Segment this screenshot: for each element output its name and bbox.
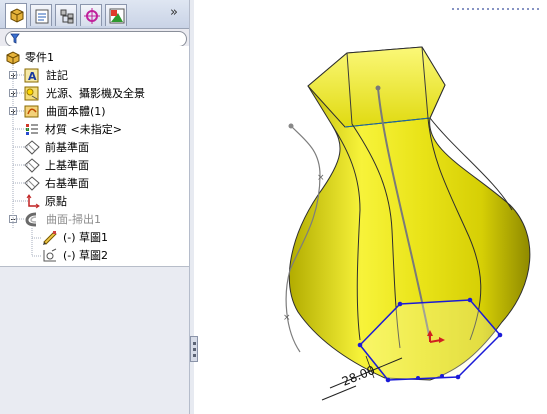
dimxpert-icon	[84, 8, 100, 24]
configuration-manager-icon	[60, 9, 74, 24]
curve-endpoint	[288, 123, 294, 129]
curve-marker: ×	[283, 313, 291, 323]
manager-tab-bar: »	[0, 0, 190, 29]
expand-panel-button[interactable]: »	[170, 6, 184, 20]
tab-dimxpertmanager[interactable]	[80, 4, 102, 26]
tab-featuremanager[interactable]	[5, 3, 27, 28]
feature-tree: 零件1 A 註記 光源、攝影機及全景 曲面本體(1) 材質 <未指定> 前基準面	[0, 46, 190, 267]
tree-filter-input[interactable]	[5, 31, 187, 47]
tree-item-sketch2[interactable]: (-) 草圖2	[42, 247, 182, 264]
feature-tree-icon	[10, 8, 24, 23]
tree-item-label: (-) 草圖2	[63, 249, 109, 262]
tree-item-sketch1[interactable]: (-) 草圖1	[42, 229, 182, 246]
property-manager-icon	[35, 9, 49, 24]
graphics-viewport[interactable]: × × 28.00	[195, 0, 547, 414]
display-manager-icon	[109, 8, 125, 24]
dimension-value[interactable]: 28.00	[340, 363, 377, 389]
curve-marker: ×	[317, 173, 325, 183]
tree-connectors	[12, 65, 42, 257]
tab-propertymanager[interactable]	[30, 4, 52, 26]
path-endpoint	[375, 85, 381, 91]
tab-display-manager[interactable]	[105, 4, 127, 26]
filter-icon	[10, 33, 20, 44]
tab-configurationmanager[interactable]	[55, 4, 77, 26]
tree-item-label: 光源、攝影機及全景	[46, 87, 145, 100]
feature-manager-panel: » 零件1 A 註記 光源、攝影機及全景 曲面本體(1) 材質 <未指定> 前基…	[0, 0, 191, 414]
panel-empty-area	[0, 267, 190, 414]
tree-item-label: (-) 草圖1	[63, 231, 109, 244]
